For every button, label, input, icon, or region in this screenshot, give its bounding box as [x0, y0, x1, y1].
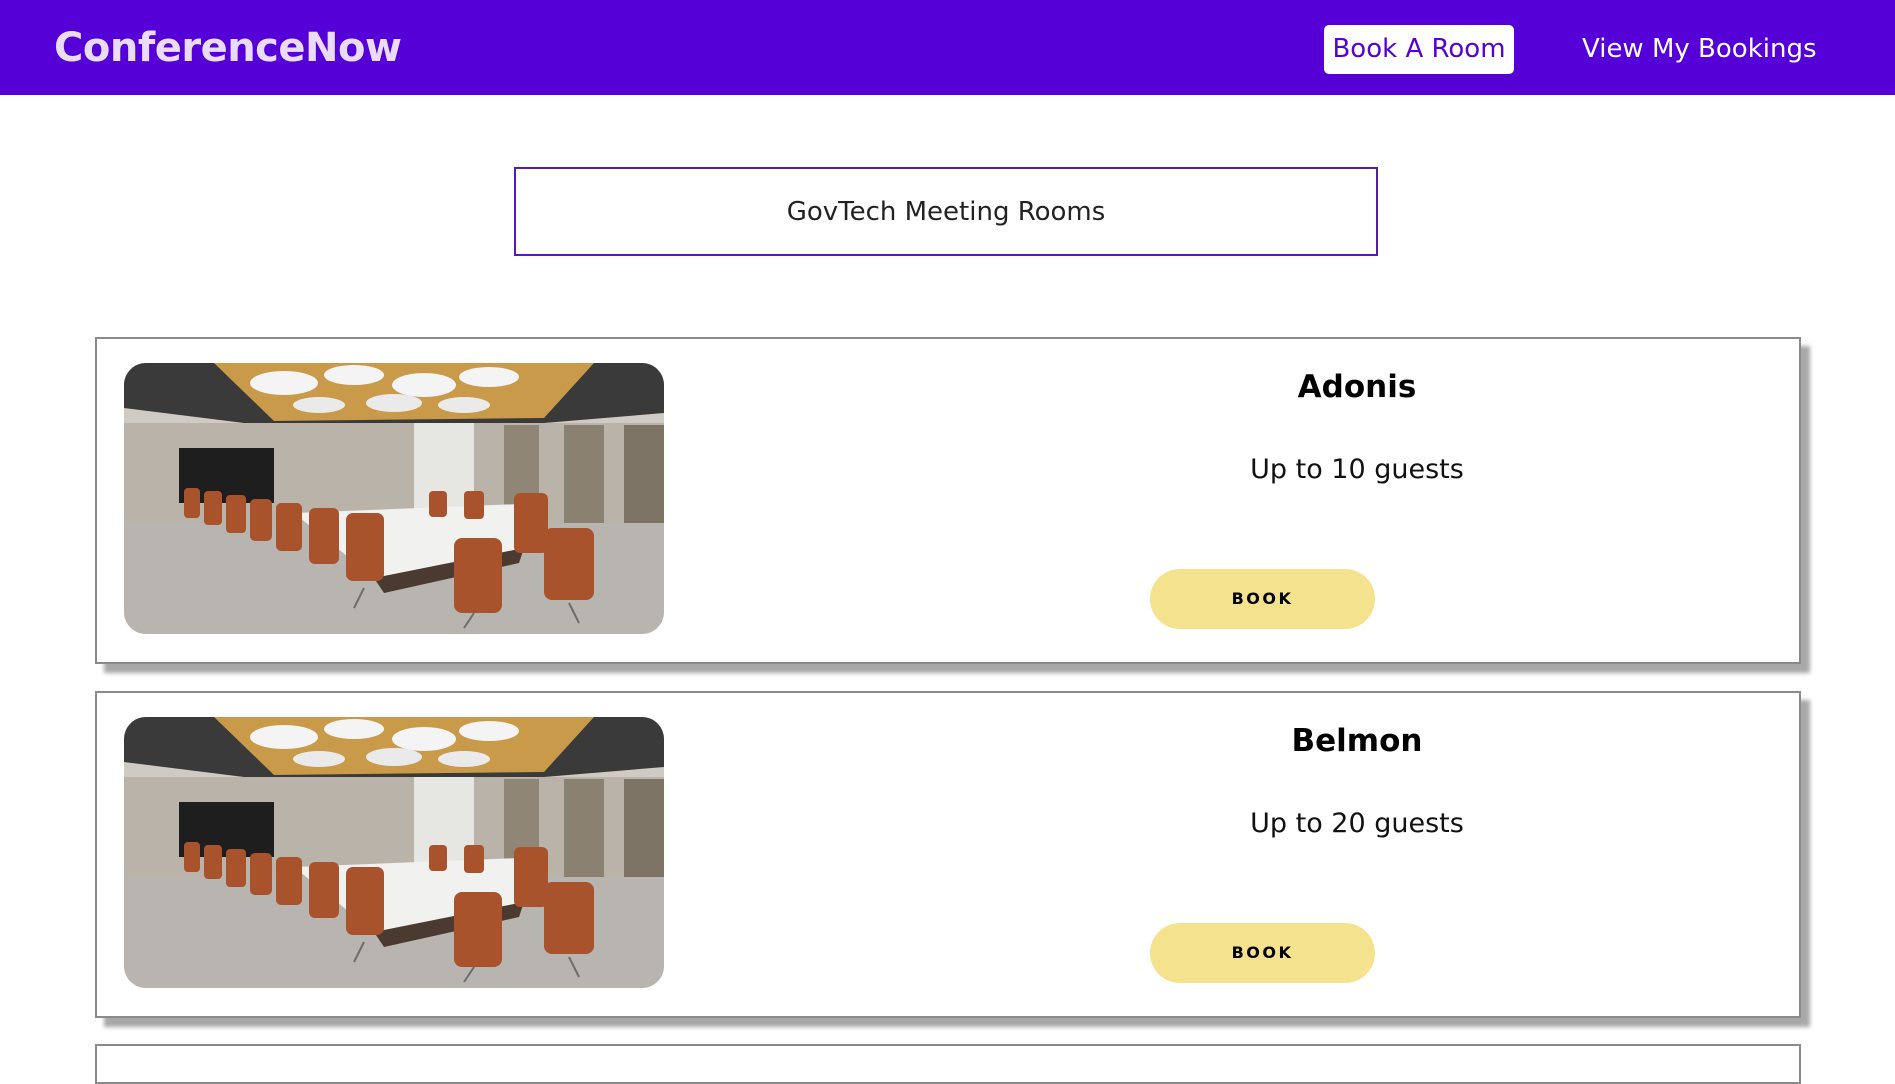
top-navbar: ConferenceNow Book A Room View My Bookin… [0, 0, 1895, 95]
book-button[interactable]: BOOK [1150, 923, 1375, 983]
room-name: Belmon [1291, 723, 1423, 759]
nav-book-a-room-button[interactable]: Book A Room [1324, 25, 1514, 74]
meeting-rooms-title-box: GovTech Meeting Rooms [514, 167, 1378, 256]
room-card-belmon: Belmon Up to 20 guests BOOK [95, 691, 1801, 1018]
brand-logo-text[interactable]: ConferenceNow [54, 22, 402, 74]
conference-room-photo [124, 717, 664, 988]
nav-view-my-bookings-link[interactable]: View My Bookings [1582, 25, 1817, 74]
room-name: Adonis [1297, 369, 1417, 405]
room-capacity: Up to 20 guests [1250, 808, 1464, 839]
room-card-adonis: Adonis Up to 10 guests BOOK [95, 337, 1801, 664]
book-button[interactable]: BOOK [1150, 569, 1375, 629]
conference-room-photo [124, 363, 664, 634]
room-card-partial [95, 1044, 1801, 1084]
meeting-rooms-title: GovTech Meeting Rooms [786, 196, 1106, 227]
room-capacity: Up to 10 guests [1250, 454, 1464, 485]
